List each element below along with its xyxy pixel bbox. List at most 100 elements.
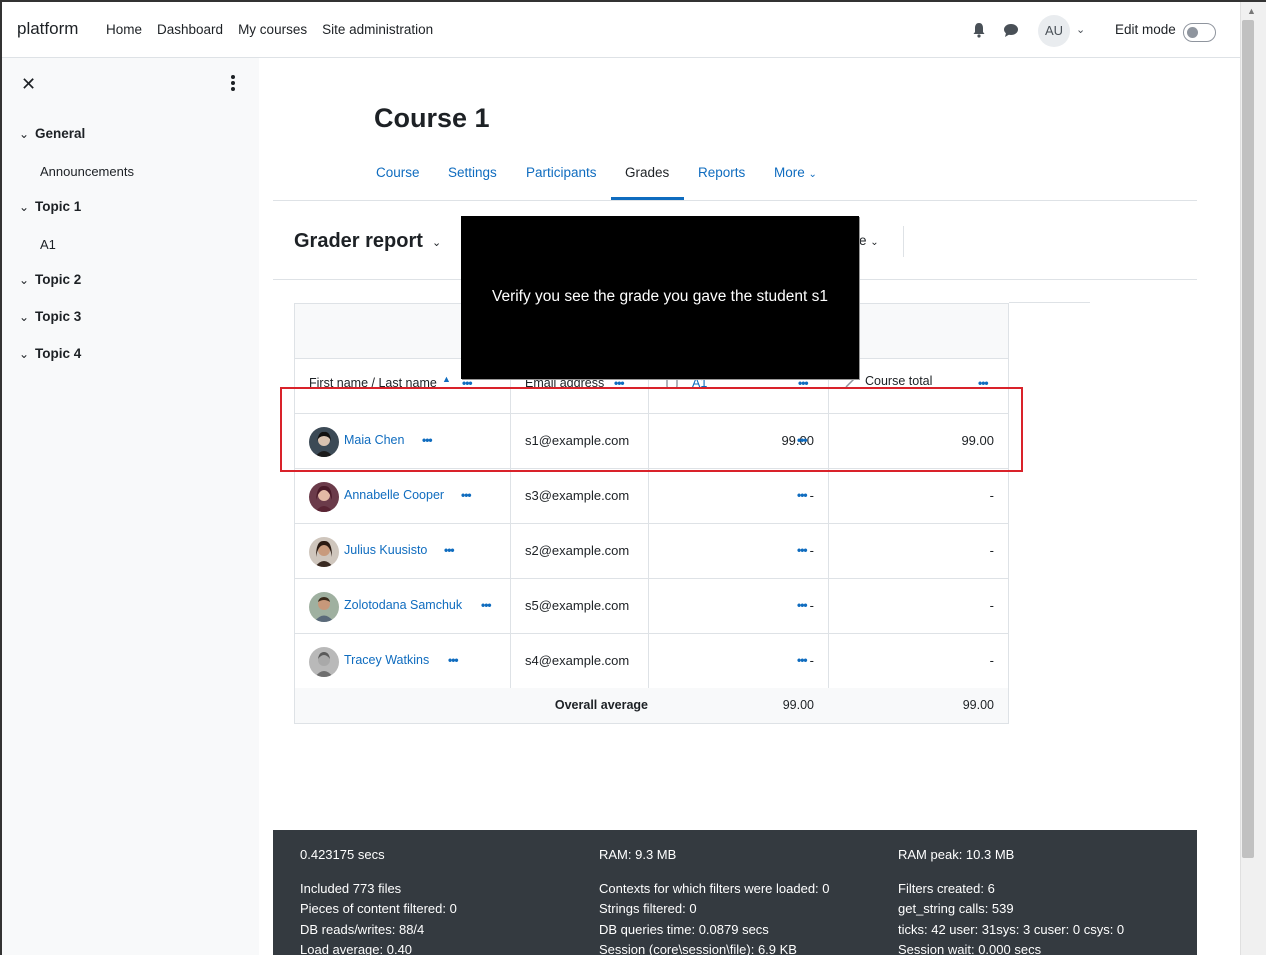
footer-spacer [898,868,1124,881]
chevron-down-icon[interactable]: ⌄ [432,236,441,249]
nav-dashboard[interactable]: Dashboard [157,22,223,37]
instruction-text: Verify you see the grade you gave the st… [491,288,829,305]
performance-footer: 0.423175 secs Included 773 files Pieces … [273,830,1197,957]
course-index-section-general[interactable]: ⌄ General [19,126,85,141]
user-avatar[interactable]: AU [1038,15,1070,47]
footer-text: Contexts for which filters were loaded: … [599,880,830,896]
footer-text: DB queries time: 0.0879 secs [599,921,769,937]
chevron-down-icon[interactable]: ⌄ [19,273,35,287]
course-index-drawer: ✕ ⌄ General Announcements ⌄ Topic 1 A1 ⌄ To… [2,58,259,955]
section-title[interactable]: Topic 2 [35,272,81,287]
chevron-down-icon[interactable]: ⌄ [19,347,35,361]
avatar[interactable] [309,537,339,567]
student-name-link[interactable]: Tracey Watkins [344,653,429,667]
nav-home[interactable]: Home [106,22,142,37]
chevron-down-icon[interactable]: ⌄ [19,127,35,141]
tab-settings[interactable]: Settings [448,165,497,180]
tab-reports[interactable]: Reports [698,165,745,180]
instruction-overlay: Verify you see the grade you gave the st… [461,216,859,379]
avatar[interactable] [309,592,339,622]
course-total-cell: - [989,488,994,503]
sort-ascending-icon[interactable]: ▲ [442,374,451,384]
partially-hidden-dropdown[interactable]: e ⌄ [859,233,879,248]
grade-cell[interactable]: - [810,653,814,668]
student-name-link[interactable]: Zolotodana Samchuk [344,598,462,612]
top-navbar: platform Home Dashboard My courses Site … [2,2,1240,58]
bell-icon[interactable] [972,22,986,38]
chevron-down-icon[interactable]: ⌄ [19,200,35,214]
tab-more[interactable]: More ⌄ [774,165,817,180]
grade-cell[interactable]: - [810,488,814,503]
scroll-up-arrow-icon[interactable]: ▲ [1247,6,1256,16]
footer-text: RAM: 9.3 MB [599,847,677,862]
messages-icon[interactable] [1003,23,1019,38]
overall-average-row: Overall average 99.00 99.00 [295,688,1008,723]
table-row: Tracey Watkins ••• s4@example.com - ••• … [295,634,1008,689]
footer-spacer [599,868,830,881]
table-row: Julius Kuusisto ••• s2@example.com - •••… [295,524,1008,579]
user-actions-icon[interactable]: ••• [461,488,472,502]
user-actions-icon[interactable]: ••• [481,598,492,612]
footer-text: ticks: 42 user: 31sys: 3 cuser: 0 csys: … [898,921,1125,937]
close-drawer-icon[interactable]: ✕ [21,74,36,95]
nav-my-courses[interactable]: My courses [238,22,307,37]
student-name-link[interactable]: Julius Kuusisto [344,543,427,557]
student-email: s4@example.com [525,653,630,668]
course-index-section-topic-1[interactable]: ⌄ Topic 1 [19,199,81,214]
footer-column-2: RAM: 9.3 MB Contexts for which filters w… [599,847,830,963]
site-brand[interactable]: platform [17,19,78,39]
overall-average-a1: 99.00 [782,698,814,712]
student-email: s5@example.com [525,598,630,613]
grade-actions-icon[interactable]: ••• [797,543,808,557]
tab-course[interactable]: Course [376,165,420,180]
user-actions-icon[interactable]: ••• [444,543,455,557]
footer-column-1: 0.423175 secs Included 773 files Pieces … [300,847,457,963]
toggle-knob [1187,27,1198,38]
course-index-item-announcements[interactable]: Announcements [40,164,134,179]
tab-more-label[interactable]: More [774,165,805,180]
edit-mode-label: Edit mode [1115,22,1176,37]
footer-text: Session (core\session\file): 6.9 KB [599,942,797,958]
scrollbar-thumb[interactable] [1242,20,1254,858]
drawer-more-options-icon[interactable] [230,75,236,91]
grader-report-selector[interactable]: Grader report [294,230,423,253]
grade-actions-icon[interactable]: ••• [797,598,808,612]
grade-actions-icon[interactable]: ••• [797,653,808,667]
footer-text: Load average: 0.40 [300,942,413,958]
course-total-cell: - [989,598,994,613]
table-row: Annabelle Cooper ••• s3@example.com - ••… [295,469,1008,524]
course-index-item-a1[interactable]: A1 [40,237,56,252]
tab-grades[interactable]: Grades [625,165,669,180]
course-total-cell: - [989,653,994,668]
grade-actions-icon[interactable]: ••• [797,488,808,502]
chevron-down-icon[interactable]: ⌄ [19,310,35,324]
footer-text: Included 773 files [300,880,402,896]
footer-text: Strings filtered: 0 [599,901,697,917]
chevron-down-icon: ⌄ [808,169,817,180]
edit-mode-toggle[interactable] [1183,23,1216,42]
section-title[interactable]: General [35,126,85,141]
overall-average-total: 99.00 [962,698,994,712]
course-index-section-topic-3[interactable]: ⌄ Topic 3 [19,309,81,324]
section-title[interactable]: Topic 4 [35,346,81,361]
student-email: s2@example.com [525,543,630,558]
course-index-section-topic-2[interactable]: ⌄ Topic 2 [19,272,81,287]
nav-site-administration[interactable]: Site administration [322,22,433,37]
section-title[interactable]: Topic 1 [35,199,81,214]
chevron-down-icon[interactable]: ⌄ [1076,23,1085,36]
footer-text: get_string calls: 539 [898,901,1014,917]
course-index-section-topic-4[interactable]: ⌄ Topic 4 [19,346,81,361]
avatar[interactable] [309,647,339,677]
dropdown-fragment[interactable]: e [859,233,867,248]
tab-participants[interactable]: Participants [526,165,597,180]
grade-cell[interactable]: - [810,598,814,613]
section-title[interactable]: Topic 3 [35,309,81,324]
user-actions-icon[interactable]: ••• [448,653,459,667]
grade-cell[interactable]: - [810,543,814,558]
column-header-course-total[interactable]: Course total [865,374,932,388]
footer-column-3: RAM peak: 10.3 MB Filters created: 6 get… [898,847,1124,963]
student-name-link[interactable]: Annabelle Cooper [344,488,444,502]
course-total-cell: - [989,543,994,558]
footer-text: 0.423175 secs [300,847,385,862]
avatar[interactable] [309,482,339,512]
